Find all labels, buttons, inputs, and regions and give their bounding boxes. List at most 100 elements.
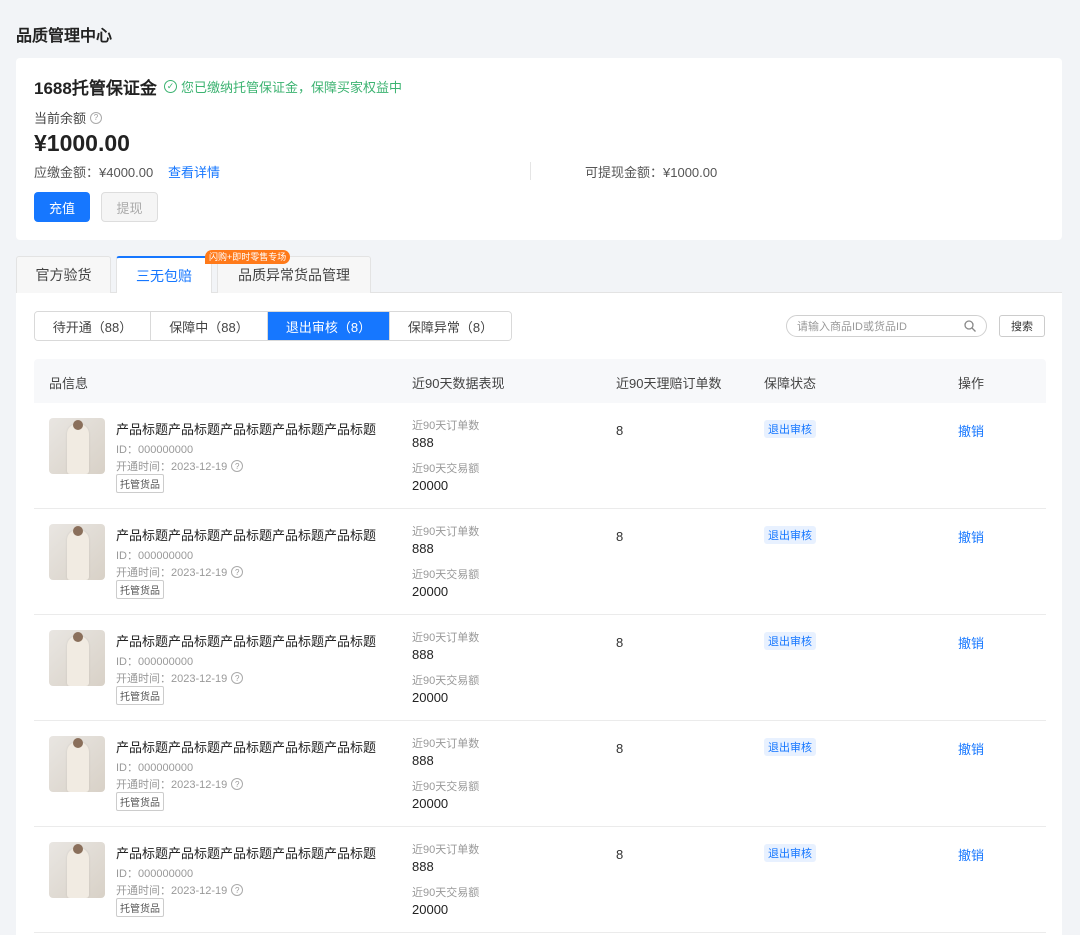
subtab-exit-review[interactable]: 退出审核（8） <box>268 312 390 340</box>
main-tabs: 官方验货 三无包赔 品质异常货品管理 <box>16 256 1062 294</box>
product-thumbnail[interactable] <box>49 418 105 474</box>
open-time-text: 开通时间：2023-12-19 <box>116 461 228 473</box>
revoke-link[interactable]: 撤销 <box>958 421 984 440</box>
product-id: ID：000000000 <box>116 550 194 562</box>
orders-label: 近90天订单数 <box>412 420 480 432</box>
product-tag: 托管货品 <box>116 580 164 599</box>
orders-value: 888 <box>412 541 434 556</box>
orders-label: 近90天订单数 <box>412 738 480 750</box>
page-title: 品质管理中心 <box>16 28 113 45</box>
divider <box>530 162 531 180</box>
view-detail-link[interactable]: 查看详情 <box>168 162 220 181</box>
withdraw-button[interactable]: 提现 <box>101 192 158 222</box>
check-circle-icon: ✓ <box>164 80 177 93</box>
revoke-link[interactable]: 撤销 <box>958 527 984 546</box>
product-id: ID：000000000 <box>116 656 194 668</box>
product-id: ID：000000000 <box>116 762 194 774</box>
help-icon[interactable]: ? <box>231 672 244 684</box>
amount-label: 近90天交易额 <box>412 675 480 687</box>
claims-count: 8 <box>616 741 624 756</box>
table-row: 产品标题产品标题产品标题产品标题产品标题 ID：000000000 开通时间：202… <box>34 827 1046 933</box>
search-placeholder: 请输入商品ID或货品ID <box>797 321 907 333</box>
table-row: 产品标题产品标题产品标题产品标题产品标题 ID：000000000 开通时间：202… <box>34 509 1046 615</box>
amount-label: 近90天交易额 <box>412 463 480 475</box>
search-icon[interactable] <box>964 320 976 332</box>
product-open-time: 开通时间：2023-12-19? <box>116 670 244 686</box>
amount-value: 20000 <box>412 584 449 599</box>
claims-count: 8 <box>616 635 624 650</box>
subtab-pending[interactable]: 待开通（88） <box>35 312 151 340</box>
help-icon[interactable]: ? <box>231 778 244 790</box>
revoke-link[interactable]: 撤销 <box>958 845 984 864</box>
amount-label: 近90天交易额 <box>412 781 480 793</box>
withdrawable-amount: 可提现金额：¥1000.00 <box>585 165 718 180</box>
subtab-protected[interactable]: 保障中（88） <box>151 312 268 340</box>
tab-badge: 闪购+即时零售专场 <box>205 250 291 264</box>
claims-count: 8 <box>616 423 624 438</box>
subtab-abnormal[interactable]: 保障异常（8） <box>390 312 511 340</box>
orders-value: 888 <box>412 435 434 450</box>
amount-value: 20000 <box>412 690 449 705</box>
header-product-info: 品信息 <box>49 376 89 391</box>
balance-label-text: 当前余额 <box>34 111 87 126</box>
products-table: 品信息 近90天数据表现 近90天理赔订单数 保障状态 操作 产品标题产品标题产… <box>34 359 1046 933</box>
deposit-status-text: 您已缴纳托管保证金，保障买家权益中 <box>181 80 403 95</box>
search-button[interactable]: 搜索 <box>999 315 1045 337</box>
product-thumbnail[interactable] <box>49 524 105 580</box>
status-badge: 退出审核 <box>764 632 816 650</box>
status-subtabs: 待开通（88） 保障中（88） 退出审核（8） 保障异常（8） <box>34 311 512 341</box>
balance-label: 当前余额 ? <box>34 108 103 127</box>
claims-count: 8 <box>616 847 624 862</box>
amount-label: 近90天交易额 <box>412 887 480 899</box>
help-icon[interactable]: ? <box>231 566 244 578</box>
claims-count: 8 <box>616 529 624 544</box>
revoke-link[interactable]: 撤销 <box>958 739 984 758</box>
product-open-time: 开通时间：2023-12-19? <box>116 882 244 898</box>
deposit-status: ✓ 您已缴纳托管保证金，保障买家权益中 <box>164 77 402 96</box>
product-tag: 托管货品 <box>116 686 164 705</box>
orders-value: 888 <box>412 647 434 662</box>
orders-value: 888 <box>412 859 434 874</box>
product-title[interactable]: 产品标题产品标题产品标题产品标题产品标题 <box>116 525 376 544</box>
help-icon[interactable]: ? <box>231 884 244 896</box>
product-open-time: 开通时间：2023-12-19? <box>116 776 244 792</box>
product-title[interactable]: 产品标题产品标题产品标题产品标题产品标题 <box>116 843 376 862</box>
recharge-button[interactable]: 充值 <box>34 192 90 222</box>
deposit-card: 1688托管保证金 ✓ 您已缴纳托管保证金，保障买家权益中 当前余额 ? ¥10… <box>16 58 1062 240</box>
product-title[interactable]: 产品标题产品标题产品标题产品标题产品标题 <box>116 737 376 756</box>
open-time-text: 开通时间：2023-12-19 <box>116 885 228 897</box>
product-id: ID：000000000 <box>116 868 194 880</box>
product-title[interactable]: 产品标题产品标题产品标题产品标题产品标题 <box>116 631 376 650</box>
status-badge: 退出审核 <box>764 844 816 862</box>
revoke-link[interactable]: 撤销 <box>958 633 984 652</box>
product-tag: 托管货品 <box>116 792 164 811</box>
search-input[interactable]: 请输入商品ID或货品ID <box>786 315 987 337</box>
help-icon[interactable]: ? <box>231 460 244 472</box>
product-tag: 托管货品 <box>116 474 164 493</box>
product-thumbnail[interactable] <box>49 736 105 792</box>
header-action: 操作 <box>958 376 985 391</box>
product-thumbnail[interactable] <box>49 630 105 686</box>
header-status: 保障状态 <box>764 376 817 391</box>
header-claims: 近90天理赔订单数 <box>616 376 722 391</box>
help-icon[interactable]: ? <box>90 111 103 124</box>
status-badge: 退出审核 <box>764 526 816 544</box>
table-header: 品信息 近90天数据表现 近90天理赔订单数 保障状态 操作 <box>34 359 1046 403</box>
product-thumbnail[interactable] <box>49 842 105 898</box>
product-title[interactable]: 产品标题产品标题产品标题产品标题产品标题 <box>116 419 376 438</box>
table-row: 产品标题产品标题产品标题产品标题产品标题 ID：000000000 开通时间：202… <box>34 403 1046 509</box>
amount-label: 近90天交易额 <box>412 569 480 581</box>
table-row: 产品标题产品标题产品标题产品标题产品标题 ID：000000000 开通时间：202… <box>34 721 1046 827</box>
orders-value: 888 <box>412 753 434 768</box>
header-performance: 近90天数据表现 <box>412 376 505 391</box>
status-badge: 退出审核 <box>764 738 816 756</box>
open-time-text: 开通时间：2023-12-19 <box>116 673 228 685</box>
tab-official-inspection[interactable]: 官方验货 <box>16 256 111 293</box>
balance-amount: ¥1000.00 <box>34 130 130 156</box>
product-open-time: 开通时间：2023-12-19? <box>116 564 244 580</box>
amount-value: 20000 <box>412 478 449 493</box>
product-tag: 托管货品 <box>116 898 164 917</box>
tab-three-no-compensation[interactable]: 三无包赔 <box>116 256 212 294</box>
open-time-text: 开通时间：2023-12-19 <box>116 567 228 579</box>
due-amount: 应缴金额：¥4000.00 <box>34 165 154 180</box>
